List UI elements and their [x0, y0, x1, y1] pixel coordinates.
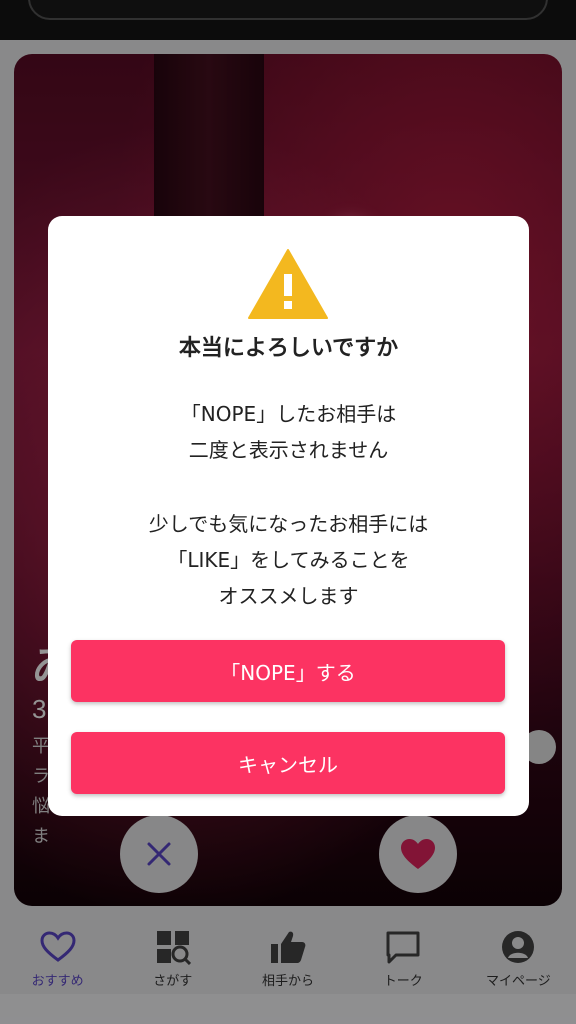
- dialog-message-2: 少しでも気になったお相手には 「LIKE」をしてみることを オススメします: [148, 512, 429, 608]
- warning-triangle-icon: [248, 249, 328, 319]
- dialog-title: 本当によろしいですか: [178, 336, 399, 361]
- cancel-button[interactable]: キャンセル: [71, 732, 505, 794]
- dialog-message-1: 「NOPE」したお相手は 二度と表示されません: [180, 402, 397, 462]
- confirm-dialog: 本当によろしいですか 「NOPE」したお相手は 二度と表示されません 少しでも気…: [48, 216, 529, 816]
- confirm-nope-button[interactable]: 「NOPE」する: [71, 640, 505, 702]
